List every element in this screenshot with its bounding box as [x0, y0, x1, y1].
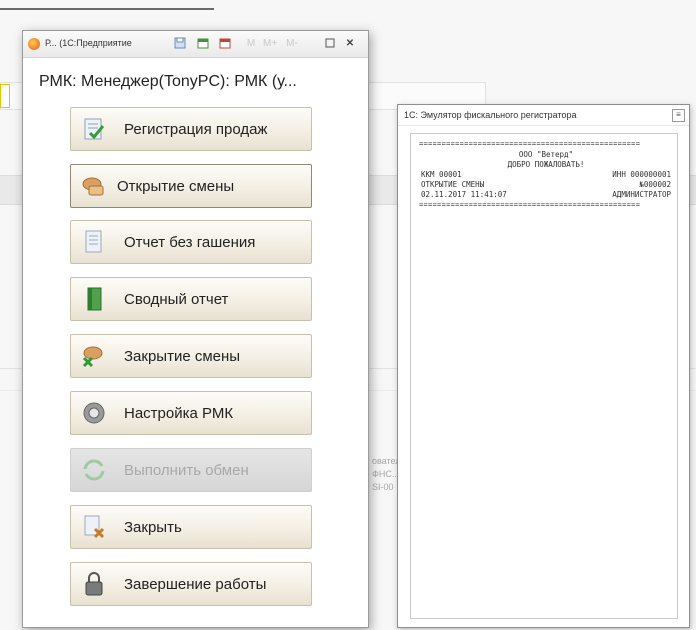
close-button[interactable]: Закрыть — [70, 505, 312, 549]
settings-gear-icon — [81, 400, 107, 426]
background-focused-field — [0, 84, 10, 108]
open-shift-icon — [81, 173, 107, 199]
rmk-header: РМК: Менеджер(TonyPC): РМК (у... — [39, 73, 297, 90]
window-menu-icon[interactable]: ≡ — [672, 109, 685, 122]
memory-m-icon[interactable]: M — [244, 37, 258, 50]
receipt-separator: ========================================… — [419, 140, 641, 148]
register-sales-button[interactable]: Регистрация продаж — [70, 107, 312, 151]
window-title: Р... (1С:Предприятие — [45, 38, 132, 48]
receipt-doc-number: №000002 — [639, 180, 671, 189]
open-shift-button[interactable]: Открытие смены — [70, 164, 312, 208]
close-shift-button[interactable]: Закрытие смены — [70, 334, 312, 378]
receipt-cashier: АДМИНИСТРАТОР — [612, 190, 671, 199]
background-link-underline — [0, 8, 214, 10]
perform-exchange-button[interactable]: Выполнить обмен — [70, 448, 312, 492]
receipt-inn: ИНН 000000001 — [612, 170, 671, 179]
memory-mminus-icon[interactable]: M- — [285, 37, 299, 50]
receipt-doc-title: ОТКРЫТИЕ СМЕНЫ — [421, 180, 485, 189]
app-logo-icon[interactable] — [28, 38, 40, 50]
close-icon[interactable]: ✕ — [343, 37, 357, 50]
restore-window-icon[interactable] — [323, 37, 337, 50]
receipt-kkm: ККМ 00001 — [421, 170, 462, 179]
receipt-separator: ========================================… — [419, 201, 641, 209]
receipt-row: ККМ 00001 ИНН 000000001 — [421, 170, 671, 180]
summary-report-button[interactable]: Сводный отчет — [70, 277, 312, 321]
rmk-title-bar[interactable]: Р... (1С:Предприятие M M+ M- ✕ — [23, 31, 368, 58]
receipt-row: 02.11.2017 11:41:07 АДМИНИСТРАТОР — [421, 190, 671, 200]
exchange-icon — [81, 457, 107, 483]
receipt-tape: ========================================… — [410, 133, 678, 619]
report-document-icon — [81, 229, 107, 255]
save-icon[interactable] — [173, 37, 187, 50]
fiscal-title-bar[interactable]: 1С: Эмулятор фискального регистратора ≡ — [398, 105, 689, 126]
receipt-greeting: ДОБРО ПОЖАЛОВАТЬ! — [507, 160, 585, 169]
close-shift-icon — [81, 343, 107, 369]
report-without-closing-button[interactable]: Отчет без гашения — [70, 220, 312, 264]
receipt-datetime: 02.11.2017 11:41:07 — [421, 190, 507, 199]
rmk-settings-button[interactable]: Настройка РМК — [70, 391, 312, 435]
shutdown-button[interactable]: Завершение работы — [70, 562, 312, 606]
close-document-icon — [81, 514, 107, 540]
calendar-icon[interactable] — [196, 37, 210, 50]
shutdown-lock-icon — [81, 571, 107, 597]
calendar-red-icon[interactable] — [218, 37, 232, 50]
receipt-row: ОТКРЫТИЕ СМЕНЫ №000002 — [421, 180, 671, 190]
memory-mplus-icon[interactable]: M+ — [263, 37, 277, 50]
fiscal-window-title: 1С: Эмулятор фискального регистратора — [404, 110, 577, 120]
rmk-window: Р... (1С:Предприятие M M+ M- ✕ РМК: Мене… — [22, 30, 369, 628]
cash-register-icon — [81, 116, 107, 142]
fiscal-emulator-window: 1С: Эмулятор фискального регистратора ≡ … — [397, 104, 690, 628]
receipt-org-name: ООО "Ветерд" — [518, 150, 574, 159]
summary-report-icon — [81, 286, 107, 312]
